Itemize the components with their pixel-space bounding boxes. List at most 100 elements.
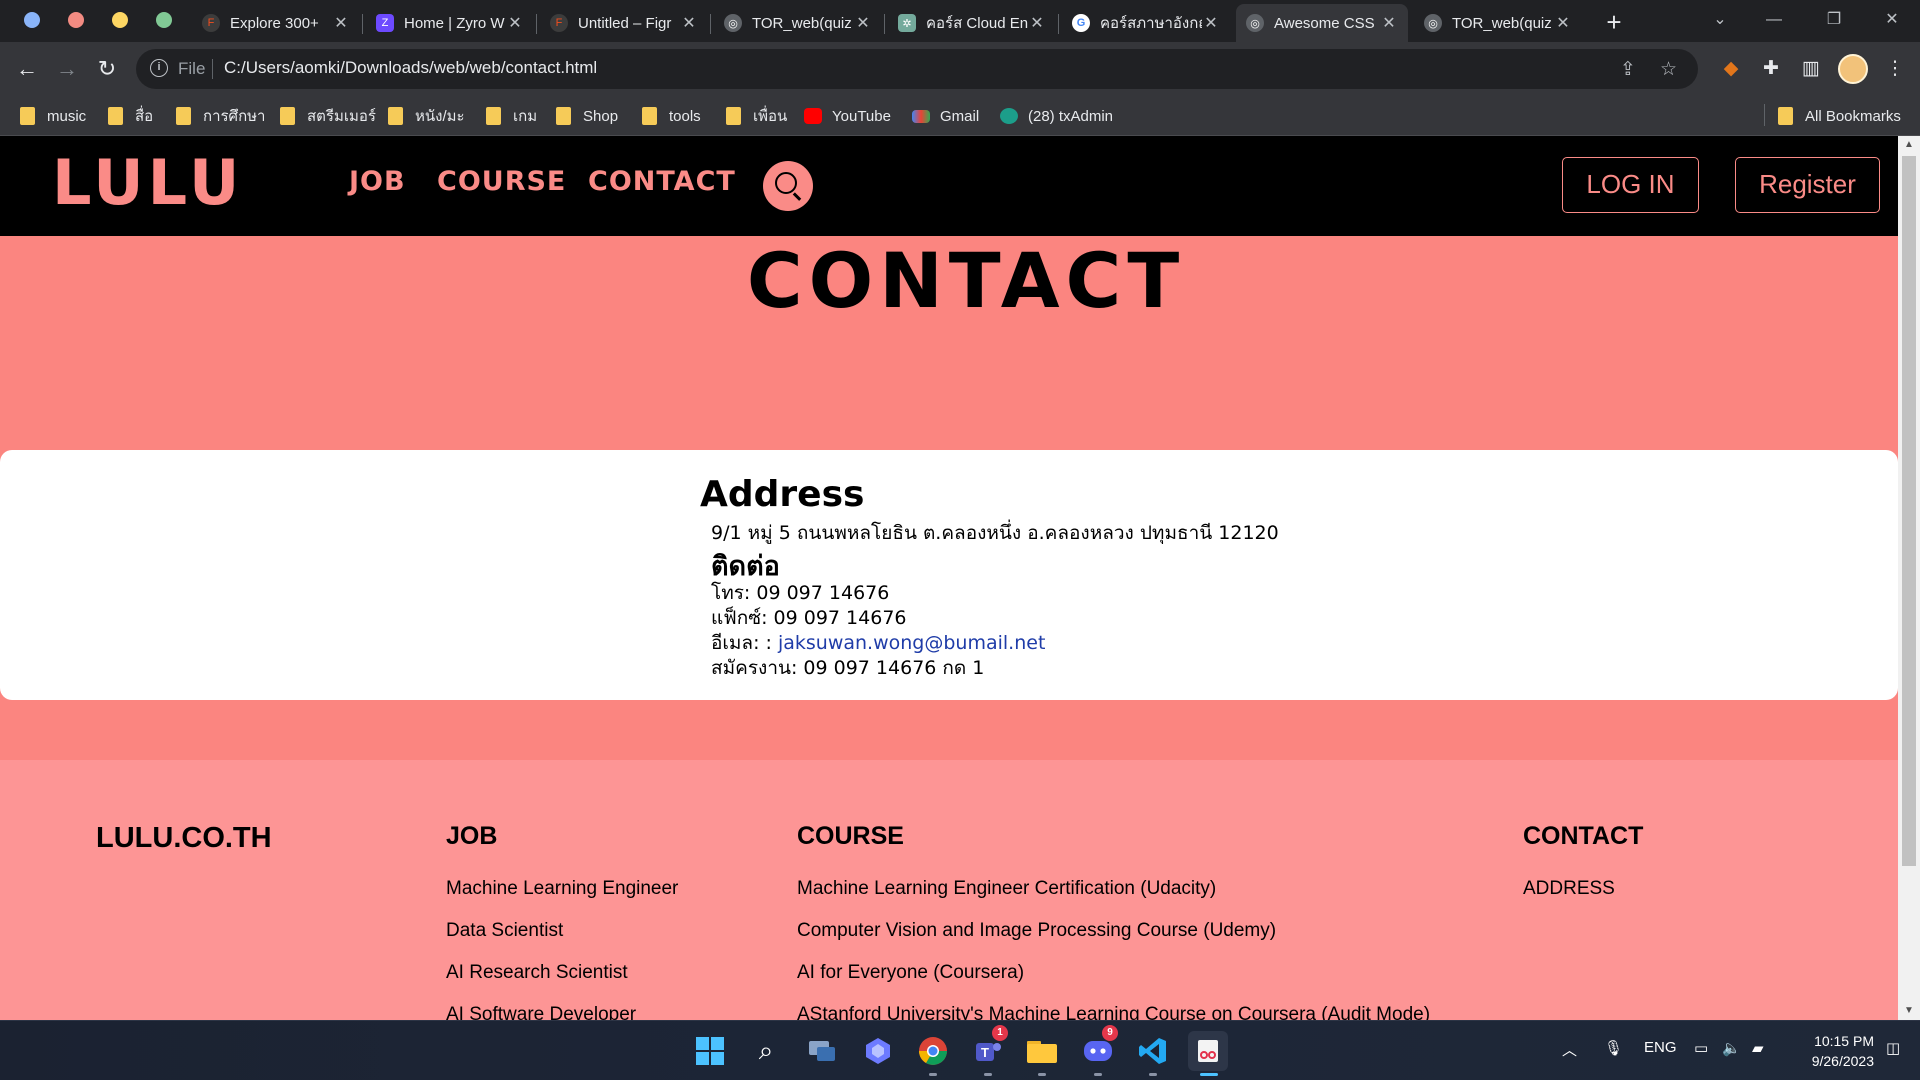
footer-heading-course: COURSE: [797, 822, 904, 850]
browser-tab[interactable]: F Untitled – Figr ✕: [540, 4, 708, 42]
footer-link[interactable]: Data Scientist: [446, 920, 563, 942]
microphone-icon[interactable]: 🎙: [1604, 1039, 1623, 1057]
tray-overflow-icon[interactable]: ︿: [1562, 1039, 1577, 1060]
menu-icon[interactable]: ⋮: [1880, 54, 1910, 84]
system-clock[interactable]: 10:15 PM 9/26/2023: [1782, 1031, 1874, 1071]
close-tab-icon[interactable]: ✕: [506, 13, 524, 33]
bookmark-folder[interactable]: เกม: [486, 104, 537, 128]
nav-link-job[interactable]: JOB: [349, 166, 406, 197]
close-window-icon[interactable]: ✕: [1862, 0, 1920, 40]
volume-icon[interactable]: 🔈: [1722, 1039, 1741, 1057]
window-dot-icon[interactable]: [112, 12, 128, 28]
footer-link[interactable]: AStanford University's Machine Learning …: [797, 1004, 1430, 1020]
folder-icon: [176, 107, 191, 125]
bookmark-folder[interactable]: สตรีมเมอร์: [280, 104, 376, 128]
close-tab-icon[interactable]: ✕: [854, 13, 872, 33]
site-navbar: LULU JOB COURSE CONTACT LOG IN Register: [0, 136, 1898, 236]
footer-brand: LULU.CO.TH: [96, 822, 272, 854]
network-icon[interactable]: ▭: [1694, 1039, 1708, 1057]
footer-heading-job: JOB: [446, 822, 498, 850]
address-heading: Address: [700, 474, 865, 515]
share-icon[interactable]: ⇪: [1620, 58, 1636, 81]
bookmark-txadmin[interactable]: (28) txAdmin: [1000, 104, 1113, 128]
close-tab-icon[interactable]: ✕: [1028, 13, 1046, 33]
window-dot-icon[interactable]: [68, 12, 84, 28]
page-scrollbar[interactable]: ▲ ▼: [1898, 136, 1920, 1020]
bookmark-folder[interactable]: เพื่อน: [726, 104, 787, 128]
side-panel-icon[interactable]: ▥: [1796, 54, 1826, 84]
bookmark-youtube[interactable]: YouTube: [804, 104, 891, 128]
page-title: CONTACT: [746, 236, 1186, 325]
email-link[interactable]: jaksuwan.wong@bumail.net: [778, 632, 1045, 654]
profile-avatar[interactable]: [1838, 54, 1868, 84]
file-transfer-icon[interactable]: [802, 1031, 842, 1071]
url-text[interactable]: C:/Users/aomki/Downloads/web/web/contact…: [224, 58, 597, 78]
scroll-thumb[interactable]: [1902, 156, 1916, 866]
window-dot-icon[interactable]: [24, 12, 40, 28]
search-icon[interactable]: ⌕: [746, 1031, 786, 1071]
metamask-icon[interactable]: ◆: [1716, 54, 1746, 84]
bookmark-folder[interactable]: Shop: [556, 104, 618, 128]
youtube-icon: [804, 108, 822, 124]
input-language[interactable]: ENG: [1644, 1039, 1677, 1056]
windows-taskbar: ⌕ T 1 9 ︿ 🎙 ENG ▭ 🔈 ▰ 10:15 PM 9/26/2023…: [0, 1020, 1920, 1080]
start-icon[interactable]: [690, 1031, 730, 1071]
footer-link[interactable]: AI for Everyone (Coursera): [797, 962, 1024, 984]
bookmark-gmail[interactable]: Gmail: [912, 104, 979, 128]
browser-tab-active[interactable]: ◎ Awesome CSS ✕: [1236, 4, 1408, 42]
bookmark-folder[interactable]: หนัง/มะ: [388, 104, 465, 128]
bookmark-folder[interactable]: tools: [642, 104, 701, 128]
browser-tab[interactable]: G คอร์สภาษาอังกฤ ✕: [1062, 4, 1230, 42]
folder-icon: [280, 107, 295, 125]
scroll-down-icon[interactable]: ▼: [1898, 1002, 1920, 1020]
scroll-up-icon[interactable]: ▲: [1898, 136, 1920, 154]
tab-search-icon[interactable]: ⌄: [1690, 0, 1750, 40]
address-bar[interactable]: i File C:/Users/aomki/Downloads/web/web/…: [136, 49, 1698, 89]
register-button[interactable]: Register: [1735, 157, 1880, 213]
footer-link[interactable]: Machine Learning Engineer Certification …: [797, 878, 1216, 900]
close-tab-icon[interactable]: ✕: [680, 13, 698, 33]
folder-icon: [108, 107, 123, 125]
close-tab-icon[interactable]: ✕: [1202, 13, 1220, 33]
window-dot-icon[interactable]: [156, 12, 172, 28]
bookmarks-bar: music สื่อ การศึกษา สตรีมเมอร์ หนัง/มะ เ…: [0, 96, 1920, 136]
info-icon[interactable]: i: [150, 59, 168, 77]
notifications-icon[interactable]: ◫: [1886, 1039, 1900, 1057]
snipping-tool-icon[interactable]: [1188, 1031, 1228, 1071]
search-button[interactable]: [763, 161, 813, 211]
close-tab-icon[interactable]: ✕: [1380, 13, 1398, 33]
new-tab-button[interactable]: +: [1598, 6, 1630, 38]
copilot-icon[interactable]: [858, 1031, 898, 1071]
browser-tab[interactable]: ◎ TOR_web(quiz ✕: [714, 4, 882, 42]
bookmark-folder[interactable]: music: [20, 104, 86, 128]
footer-link[interactable]: AI Research Scientist: [446, 962, 628, 984]
forward-arrow-icon[interactable]: →: [50, 52, 84, 86]
bookmark-folder[interactable]: สื่อ: [108, 104, 153, 128]
close-tab-icon[interactable]: ✕: [332, 13, 350, 33]
vscode-icon[interactable]: [1133, 1031, 1173, 1071]
battery-icon[interactable]: ▰: [1752, 1039, 1764, 1057]
minimize-icon[interactable]: —: [1744, 0, 1804, 40]
restore-icon[interactable]: ❐: [1804, 0, 1864, 40]
all-bookmarks[interactable]: All Bookmarks: [1778, 104, 1901, 128]
bookmark-folder[interactable]: การศึกษา: [176, 104, 265, 128]
footer-link[interactable]: Computer Vision and Image Processing Cou…: [797, 920, 1276, 942]
browser-tab[interactable]: Z Home | Zyro W ✕: [366, 4, 534, 42]
close-tab-icon[interactable]: ✕: [1554, 13, 1572, 33]
browser-tab[interactable]: F Explore 300+ ✕: [192, 4, 360, 42]
browser-tab[interactable]: ◎ TOR_web(quiz ✕: [1414, 4, 1582, 42]
login-button[interactable]: LOG IN: [1562, 157, 1699, 213]
nav-link-contact[interactable]: CONTACT: [588, 166, 736, 197]
footer-link[interactable]: ADDRESS: [1523, 878, 1615, 900]
back-arrow-icon[interactable]: ←: [10, 52, 44, 86]
footer-link[interactable]: Machine Learning Engineer: [446, 878, 678, 900]
browser-tab[interactable]: ✲ คอร์ส Cloud En ✕: [888, 4, 1056, 42]
extensions-icon[interactable]: ✚: [1756, 54, 1786, 84]
reload-icon[interactable]: ↻: [90, 52, 124, 86]
file-explorer-icon[interactable]: [1022, 1031, 1062, 1071]
footer-link[interactable]: AI Software Developer: [446, 1004, 636, 1020]
chrome-icon[interactable]: [913, 1031, 953, 1071]
nav-link-course[interactable]: COURSE: [437, 166, 566, 197]
star-icon[interactable]: ☆: [1660, 58, 1677, 81]
site-logo[interactable]: LULU: [52, 146, 243, 219]
